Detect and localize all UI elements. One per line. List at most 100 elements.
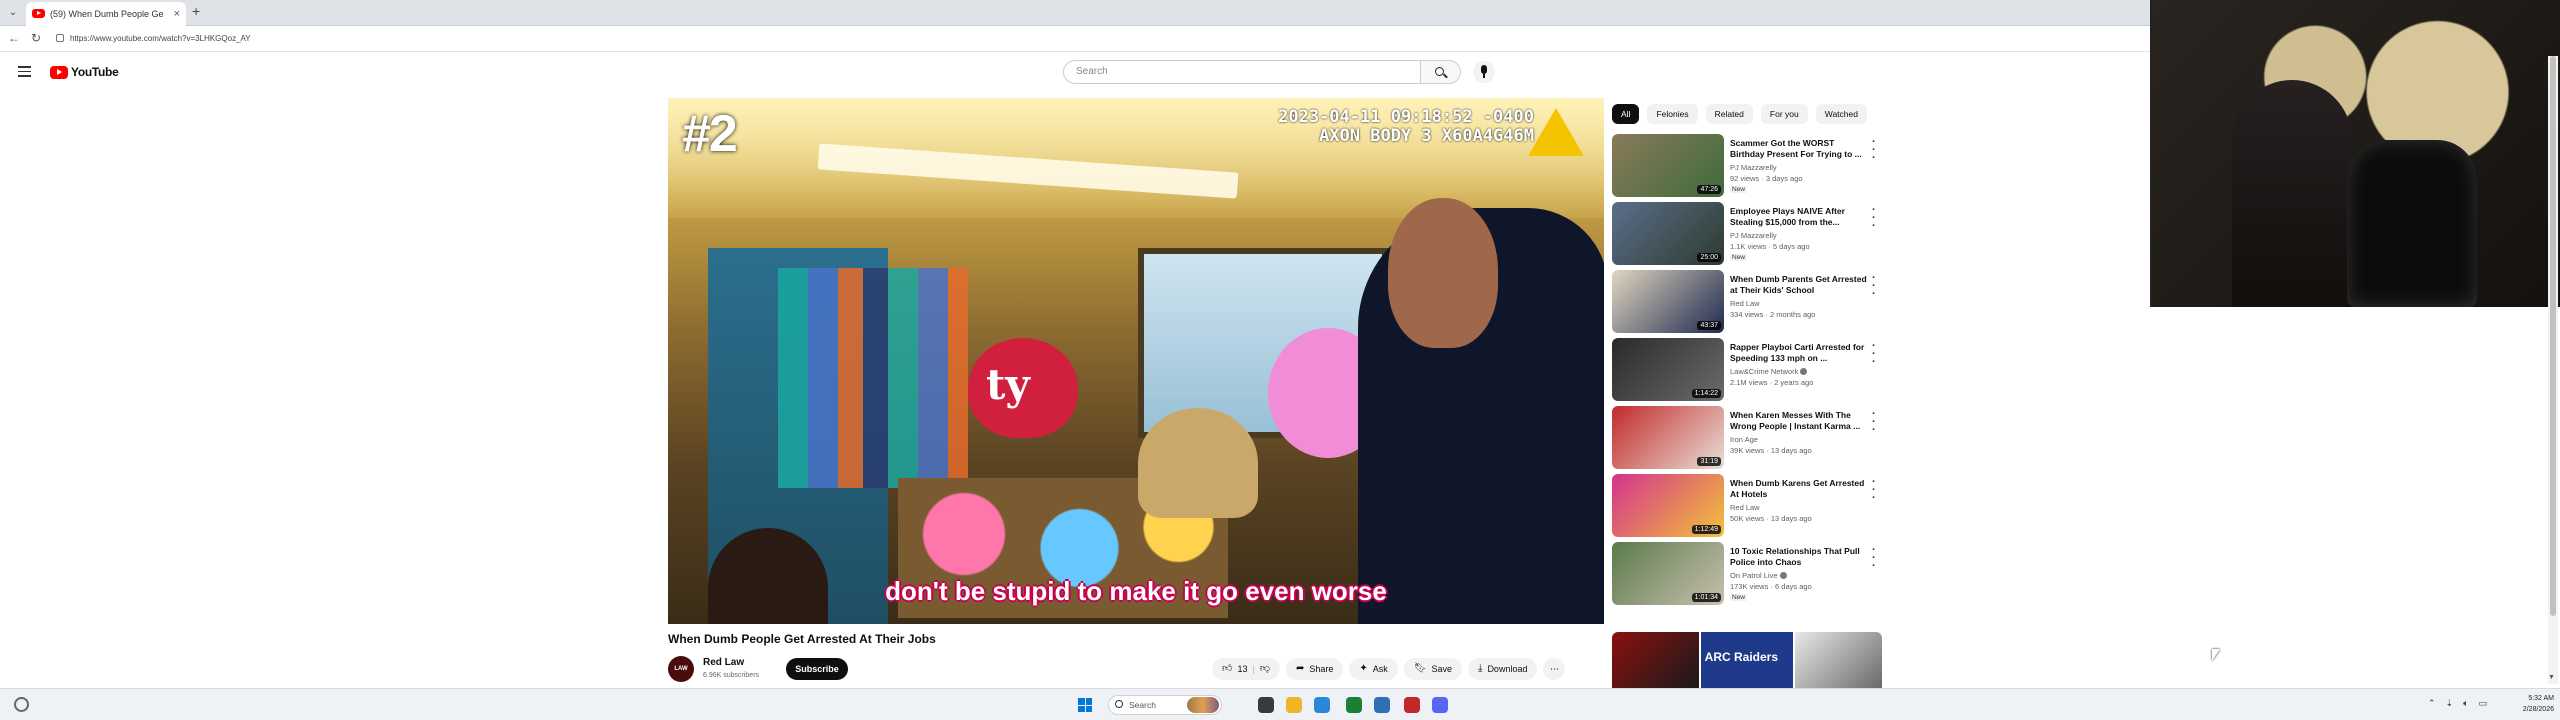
axon-logo-icon [1528,108,1584,156]
discord-icon[interactable] [1432,697,1448,713]
site-info-icon[interactable] [56,34,64,42]
recommendation-thumbnail[interactable]: 1:12:49 [1612,474,1724,537]
recommendation-title[interactable]: When Karen Messes With The Wrong People … [1730,410,1868,432]
chip-felonies[interactable]: Felonies [1647,104,1698,124]
chrome-icon[interactable] [1314,697,1330,713]
recommendation-item[interactable]: 43:37 When Dumb Parents Get Arrested at T… [1612,270,1882,338]
recommendation-channel[interactable]: On Patrol Live [1730,571,1787,580]
recommendation-thumbnail[interactable]: 1:01:34 [1612,542,1724,605]
recommendation-thumbnail[interactable]: 1:14:22 [1612,338,1724,401]
calculator-icon[interactable] [1374,697,1390,713]
video-player[interactable]: ty #2 2023-04-11 09:18:52 -0400 AXON BOD… [668,98,1604,624]
recommendation-item[interactable]: 25:00 Employee Plays NAIVE After Stealing… [1612,202,1882,270]
recommendation-channel[interactable]: Red Law [1730,503,1760,512]
recommendation-thumbnail[interactable]: 43:37 [1612,270,1724,333]
more-vertical-icon[interactable]: · · · [1872,273,1876,300]
mic-icon[interactable] [1473,61,1495,83]
recommendation-thumbnail[interactable]: 25:00 [1612,202,1724,265]
share-button[interactable]: ➦ Share [1285,658,1344,680]
spotify-icon[interactable] [1346,697,1362,713]
recommendation-title[interactable]: When Dumb Karens Get Arrested At Hotels [1730,478,1868,500]
recommendation-title[interactable]: Employee Plays NAIVE After Stealing $15,… [1730,206,1868,228]
tab-close-icon[interactable]: × [174,2,180,26]
reload-icon[interactable]: ↻ [28,30,44,46]
system-tray: ⌃ ⇣ 🔈︎ ▭ [2428,698,2487,709]
more-vertical-icon[interactable]: · · · [1872,477,1876,504]
volume-icon[interactable]: 🔈︎ [2463,698,2468,709]
tab-list-chevron-icon[interactable]: ⌄ [4,5,22,21]
chevron-up-icon[interactable]: ⌃ [2428,698,2436,709]
new-badge: New [1730,254,1748,261]
recommendation-item[interactable]: 31:19 When Karen Messes With The Wrong Pe… [1612,406,1882,474]
recommendation-title[interactable]: Scammer Got the WORST Birthday Present F… [1730,138,1868,160]
more-vertical-icon[interactable]: · · · [1872,205,1876,232]
video-duration: 25:00 [1697,253,1721,262]
chip-for-you[interactable]: For you [1760,104,1808,124]
mouse-cursor-icon [2212,649,2220,661]
ask-button[interactable]: ✦ Ask [1349,658,1398,680]
back-icon[interactable]: ← [6,30,22,46]
more-vertical-icon[interactable]: · · · [1872,341,1876,368]
recommendation-thumbnail[interactable]: 31:19 [1612,406,1724,469]
url-text: https://www.youtube.com/watch?v=3LHKGQoz… [70,34,251,43]
download-icon: ⤓ [1478,663,1483,674]
chip-related[interactable]: Related [1705,104,1753,124]
recommendation-channel[interactable]: PJ Mazzarelly [1730,231,1777,240]
video-duration: 1:12:49 [1691,525,1721,534]
more-vertical-icon[interactable]: · · · [1872,545,1876,572]
battery-icon[interactable]: ▭ [2479,698,2488,709]
subscribe-button[interactable]: Subscribe [786,658,848,680]
rank-badge: #2 [682,105,738,163]
recommendation-channel[interactable]: Red Law [1730,299,1760,308]
recommendation-partial-thumbnail[interactable]: ARC Raiders [1612,632,1882,688]
recommendation-channel[interactable]: Iron Age [1730,435,1758,444]
recommendation-item[interactable]: 1:01:34 10 Toxic Relationships That Pull … [1612,542,1882,610]
new-tab-icon[interactable]: + [192,3,200,19]
widgets-icon[interactable] [14,697,29,712]
recommendation-title[interactable]: When Dumb Parents Get Arrested at Their … [1730,274,1868,296]
download-button[interactable]: ⤓ Download [1468,658,1538,680]
chip-watched[interactable]: Watched [1815,104,1867,124]
channel-avatar[interactable]: LAW [668,656,694,682]
taskbar-search[interactable]: Search [1108,695,1222,715]
new-badge: New [1730,594,1748,601]
windows-start-icon[interactable] [1078,698,1092,712]
video-caption: don't be stupid to make it go even worse [885,576,1387,606]
browser-tab-strip: ⌄ (59) When Dumb People Ge × + [0,0,2150,26]
recommendation-thumbnail[interactable]: 47:26 [1612,134,1724,197]
like-count: 13 [1237,664,1248,674]
recommendation-channel[interactable]: Law&Crime Network [1730,367,1808,376]
system-clock[interactable]: 5:32 AM 2/28/2026 [2506,693,2554,715]
video-actions: 👍︎ 13 | 👎︎ ➦ Share ✦ Ask 🔖︎ Save ⤓ Downl… [1212,658,1566,680]
recommendation-item[interactable]: 1:14:22 Rapper Playboi Carti Arrested for… [1612,338,1882,406]
recommendation-item[interactable]: 1:12:49 When Dumb Karens Get Arrested At … [1612,474,1882,542]
network-icon[interactable]: ⇣ [2446,698,2454,709]
file-explorer-icon[interactable] [1286,697,1302,713]
channel-name[interactable]: Red Law [703,657,744,668]
partial-thumbnail-text: ARC Raiders [1700,632,1794,688]
scroll-down-icon[interactable]: ▼ [2548,674,2555,681]
youtube-logo[interactable]: YouTube [50,65,119,79]
more-vertical-icon[interactable]: · · · [1872,137,1876,164]
more-icon[interactable]: ⋯ [1543,658,1566,680]
app-icon[interactable] [1404,697,1420,713]
recommendation-meta: 50K views · 13 days ago [1730,514,1812,523]
page-scrollbar[interactable] [2548,56,2558,684]
address-bar[interactable]: https://www.youtube.com/watch?v=3LHKGQoz… [52,30,652,47]
search-button[interactable] [1421,60,1461,84]
browser-toolbar: ← ↻ https://www.youtube.com/watch?v=3LHK… [0,26,2150,52]
search-input[interactable]: Search [1063,60,1421,84]
recommendation-item[interactable]: 47:26 Scammer Got the WORST Birthday Pres… [1612,134,1882,202]
like-button[interactable]: 👍︎ 13 | 👎︎ [1212,658,1280,680]
menu-icon[interactable] [18,66,31,77]
task-view-icon[interactable] [1258,697,1274,713]
save-button[interactable]: 🔖︎ Save [1403,658,1463,680]
chip-all[interactable]: All [1612,104,1640,124]
browser-tab-active[interactable]: (59) When Dumb People Ge × [26,2,186,26]
dislike-icon[interactable]: 👎︎ [1260,658,1270,680]
more-vertical-icon[interactable]: · · · [1872,409,1876,436]
recommendation-channel[interactable]: PJ Mazzarelly [1730,163,1777,172]
recommendation-title[interactable]: 10 Toxic Relationships That Pull Police … [1730,546,1868,568]
ask-icon: ✦ [1359,663,1368,674]
recommendation-title[interactable]: Rapper Playboi Carti Arrested for Speedi… [1730,342,1868,364]
